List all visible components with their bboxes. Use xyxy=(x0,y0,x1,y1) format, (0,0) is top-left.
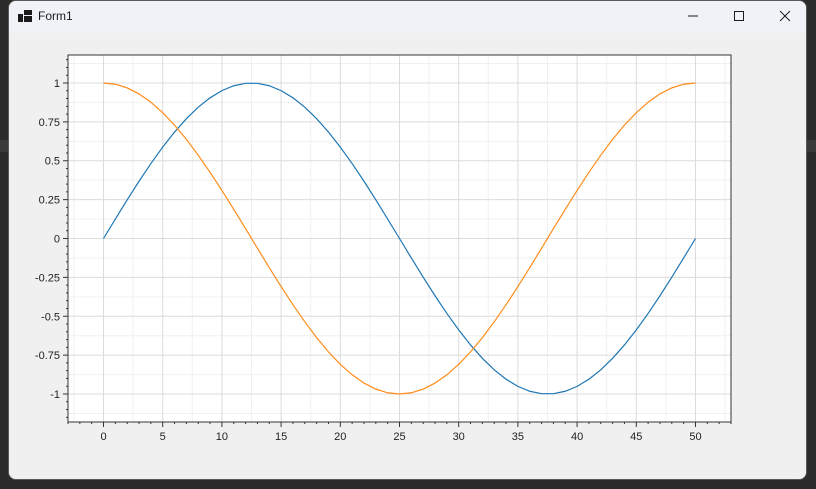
y-tick-label: 1 xyxy=(54,78,60,90)
x-tick-label: 5 xyxy=(160,431,166,443)
form-client-area: 0 5 10 15 20 25 30 35 40 45 50 1 0.75 0.5 0.25 0 -0.25 -0… xyxy=(9,33,806,479)
x-tick-label: 15 xyxy=(275,431,287,443)
x-tick-label: 0 xyxy=(100,431,106,443)
x-tick-label: 45 xyxy=(630,431,642,443)
x-tick-label: 10 xyxy=(216,431,228,443)
x-tick-label: 50 xyxy=(689,431,701,443)
y-tick-label: 0 xyxy=(54,234,60,246)
app-window-icon xyxy=(18,10,32,22)
line-chart[interactable]: 0 5 10 15 20 25 30 35 40 45 50 1 0.75 0.5 0.25 0 -0.25 -0… xyxy=(9,33,806,479)
y-tick-label: 0.25 xyxy=(39,195,60,207)
minimize-icon xyxy=(688,15,698,17)
y-tick-label: -0.75 xyxy=(35,350,60,362)
minimize-button[interactable] xyxy=(670,1,716,31)
maximize-button[interactable] xyxy=(716,1,762,31)
app-window: Form1 0 5 10 15 20 25 30 35 40 45 50 1 0.75 0.5 0.25 0 -… xyxy=(8,0,807,480)
x-tick-label: 25 xyxy=(393,431,405,443)
y-tick-label: -0.5 xyxy=(41,311,60,323)
x-tick-label: 30 xyxy=(453,431,465,443)
y-tick-label: 0.5 xyxy=(45,156,60,168)
maximize-icon xyxy=(734,11,744,21)
close-button[interactable] xyxy=(762,1,806,31)
title-bar[interactable]: Form1 xyxy=(9,1,806,33)
y-tick-label: -0.25 xyxy=(35,272,60,284)
y-tick-label: 0.75 xyxy=(39,117,60,129)
x-tick-label: 40 xyxy=(571,431,583,443)
y-tick-label: -1 xyxy=(50,389,60,401)
close-icon xyxy=(779,10,791,22)
x-tick-label: 35 xyxy=(512,431,524,443)
x-tick-label: 20 xyxy=(334,431,346,443)
window-title: Form1 xyxy=(38,9,73,23)
